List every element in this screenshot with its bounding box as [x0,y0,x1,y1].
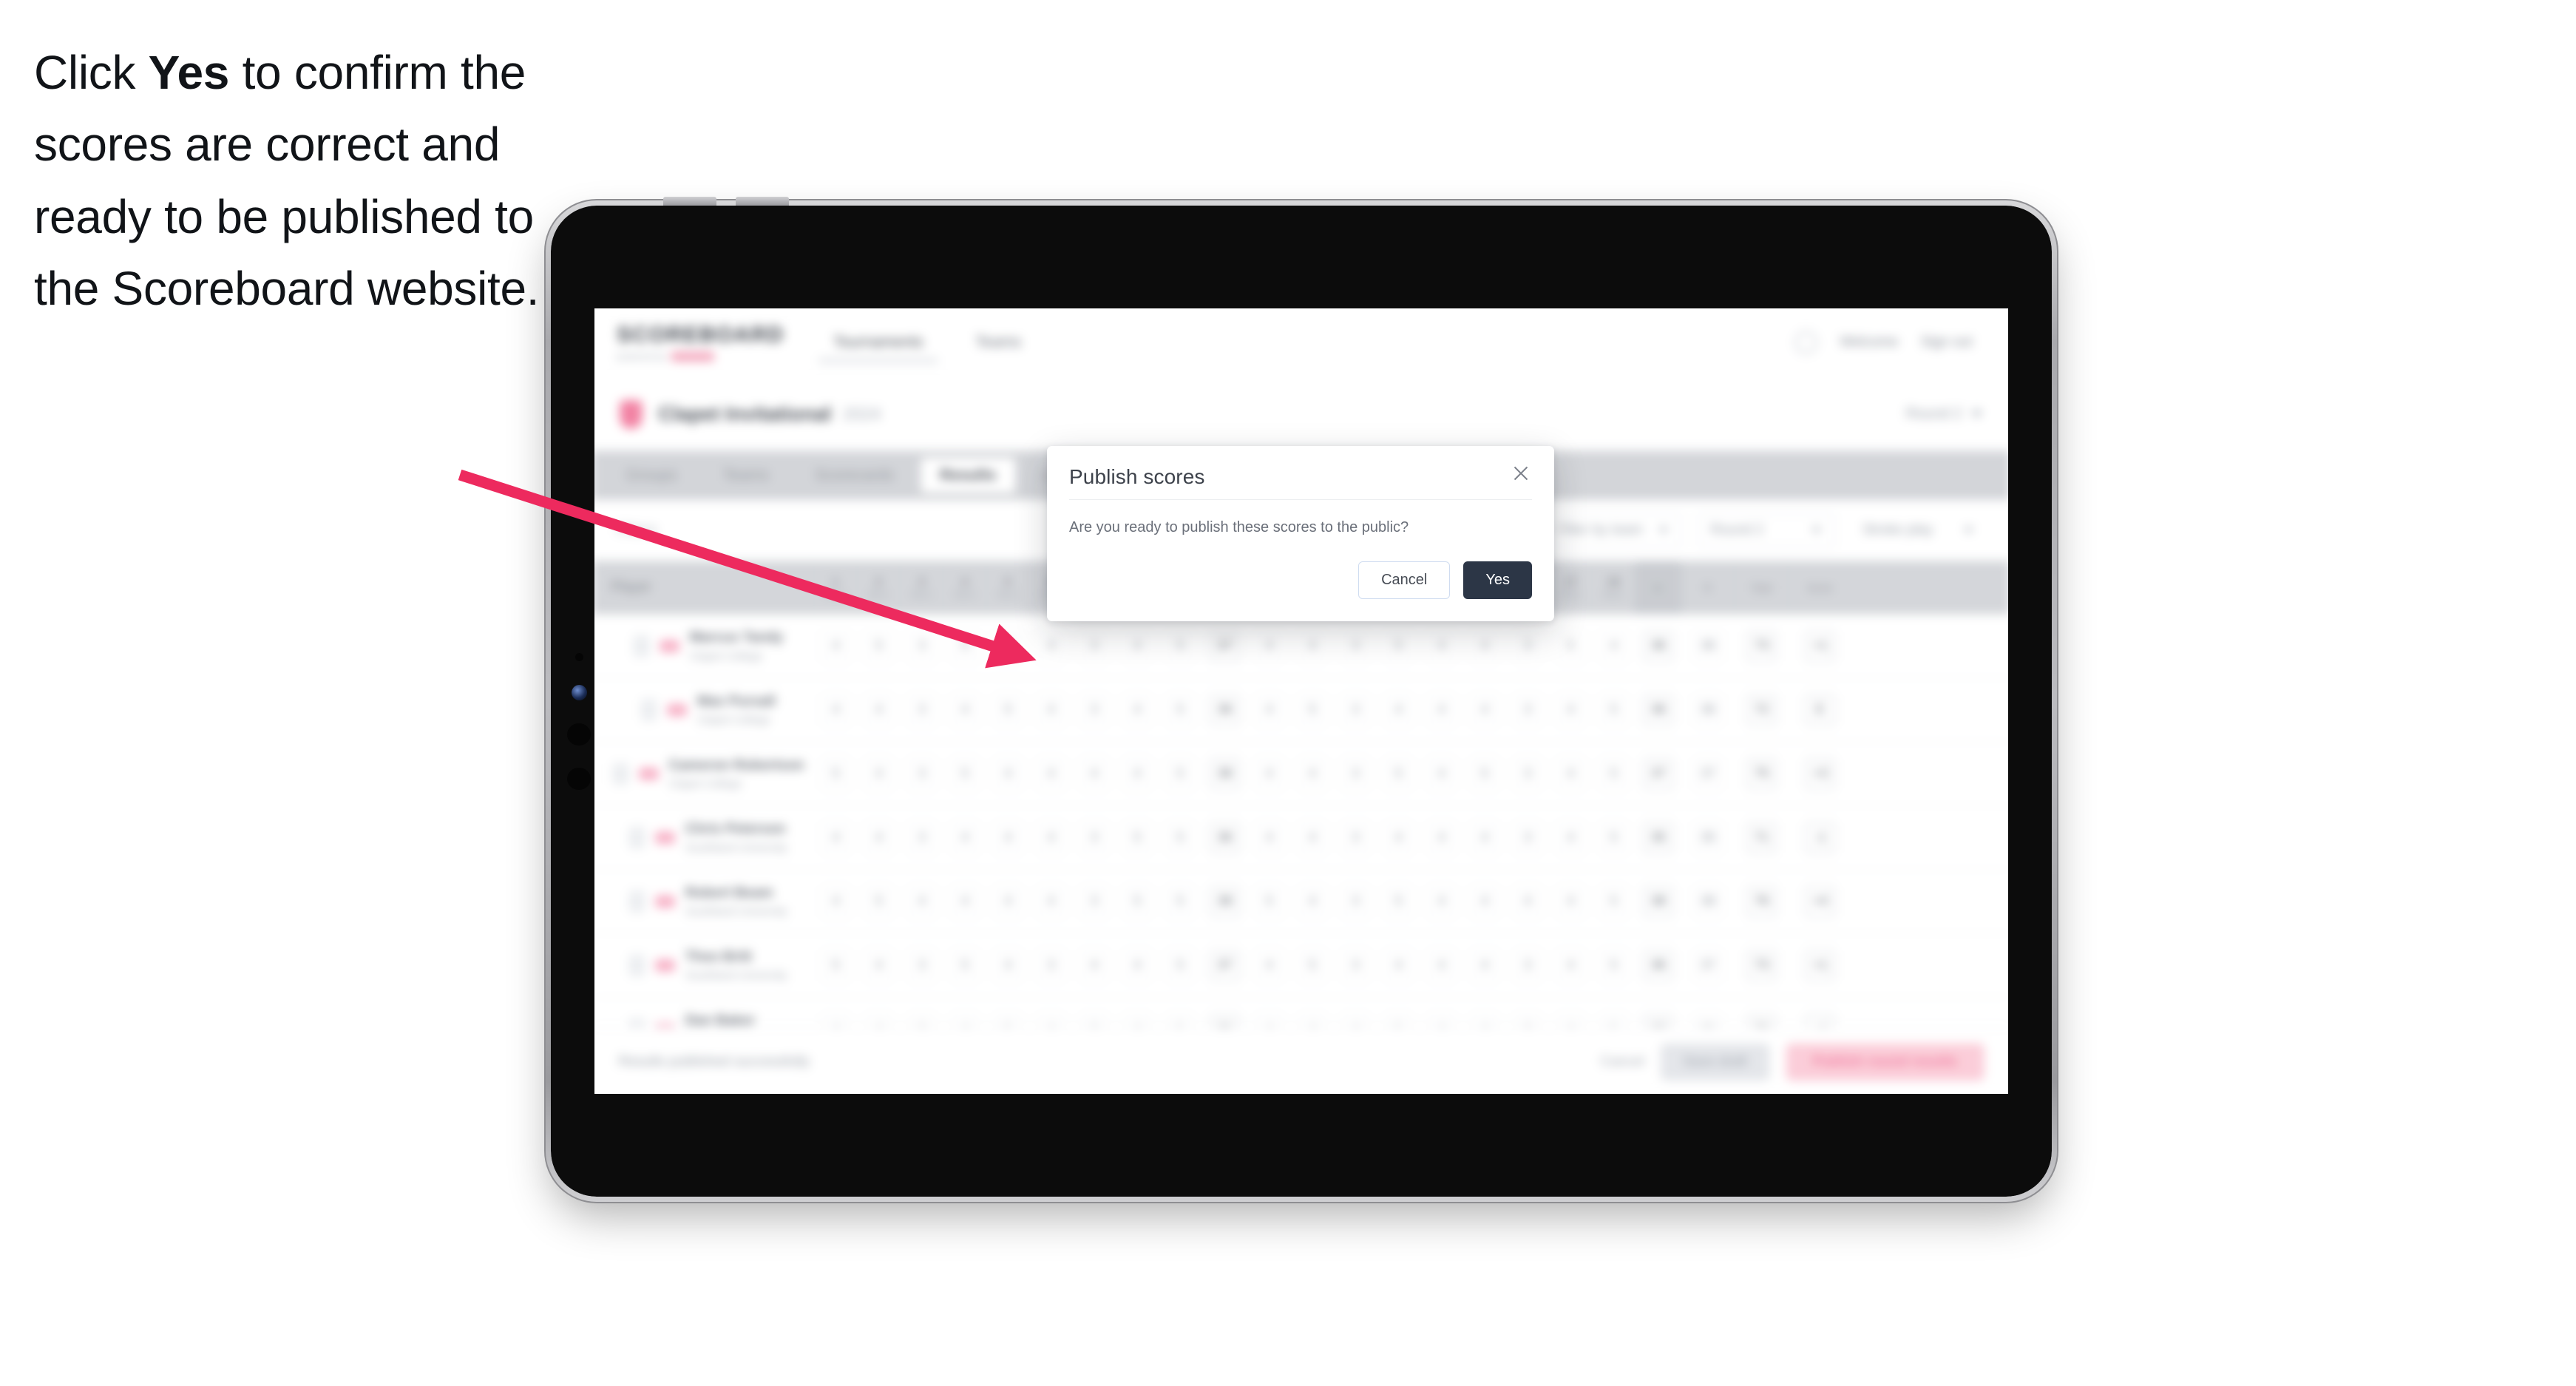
volume-down-button[interactable] [736,197,789,206]
cancel-button[interactable]: Cancel [1358,561,1451,599]
front-camera-icon [572,685,587,700]
dialog-title: Publish scores [1069,465,1205,488]
microphone-icon [567,723,591,746]
confirm-yes-button[interactable]: Yes [1463,561,1532,599]
tablet-screen: SCOREBOARD powered by Tournaments Teams … [594,308,2008,1094]
tablet-device-mockup: SCOREBOARD powered by Tournaments Teams … [546,197,2057,1202]
dialog-message: Are you ready to publish these scores to… [1069,519,1409,535]
caption-text-before: Click [34,46,149,99]
ambient-sensor-icon [575,653,583,661]
instruction-caption: Click Yes to confirm the scores are corr… [34,37,596,325]
close-icon[interactable] [1510,462,1532,484]
modal-layer: Publish scores Are you ready to publish … [594,308,2008,1094]
speaker-icon [567,768,591,790]
volume-up-button[interactable] [663,197,716,206]
dialog-footer: Cancel Yes [1069,536,1532,599]
publish-scores-dialog: Publish scores Are you ready to publish … [1047,446,1554,621]
caption-emphasis: Yes [148,46,230,99]
dialog-header: Publish scores [1069,465,1532,500]
